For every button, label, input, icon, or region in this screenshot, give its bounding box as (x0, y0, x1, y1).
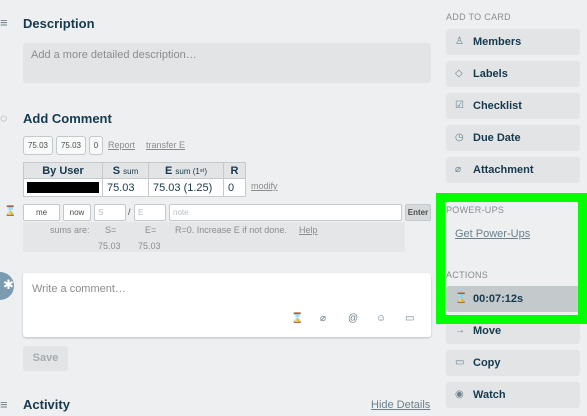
get-powerups-link[interactable]: Get Power-Ups (455, 228, 530, 240)
r-header: R (223, 162, 246, 179)
s-input[interactable]: S (94, 204, 126, 221)
comment-icon: ◌ (0, 111, 8, 125)
arrow-right-icon: → (455, 325, 465, 336)
s-sum-header: S sum (102, 162, 149, 179)
mention-icon[interactable]: @ (348, 313, 358, 324)
members-label: Members (473, 36, 522, 48)
report-link[interactable]: Report (108, 140, 135, 150)
time-input[interactable]: now (63, 204, 91, 221)
redacted-user-name (27, 182, 99, 193)
move-label: Move (473, 325, 502, 337)
activity-title: Activity (23, 397, 70, 412)
enter-button[interactable]: Enter (405, 204, 431, 221)
r-cell: 0 (223, 178, 246, 197)
watch-button[interactable]: ◉ Watch (446, 382, 580, 408)
move-button[interactable]: → Move (446, 318, 580, 344)
e-sum-header-main: E (165, 164, 176, 177)
description-icon: ≡ (0, 15, 8, 30)
modify-link[interactable]: modify (251, 181, 278, 191)
description-title: Description (23, 16, 95, 31)
user-cell-redacted (23, 178, 103, 197)
e-equals-label: E= (145, 225, 157, 235)
e-sum-cell: 75.03 (1.25) (148, 178, 224, 197)
s-sum-header-sub: sum (123, 166, 139, 176)
powerups-heading: POWER-UPS (446, 205, 505, 215)
e-input[interactable]: E (134, 204, 166, 221)
timer-icon[interactable]: ⌛ (291, 313, 303, 324)
tag-icon: ◇ (455, 68, 463, 79)
activity-icon: ≡ (0, 397, 8, 412)
paperclip-icon: ⌀ (455, 164, 462, 175)
add-comment-title: Add Comment (23, 111, 112, 126)
save-button[interactable]: Save (23, 346, 68, 371)
copy-icon: ▭ (455, 357, 465, 368)
hourglass-icon: ⌛ (4, 206, 17, 217)
description-input[interactable]: Add a more detailed description… (23, 43, 431, 83)
help-link[interactable]: Help (299, 225, 318, 235)
s-sum-value: 75.03 (98, 241, 121, 251)
attachment-button[interactable]: ⌀ Attachment (446, 157, 580, 183)
clock-icon: ◷ (455, 132, 464, 143)
members-button[interactable]: ♙ Members (446, 29, 580, 55)
e-sum-chip: 75.03 (56, 136, 86, 155)
comment-placeholder: Write a comment… (32, 283, 126, 295)
slash-separator: / (128, 207, 131, 217)
s-sum-chip: 75.03 (23, 136, 53, 155)
avatar[interactable]: ✱ (0, 272, 14, 300)
r-hint: R=0. Increase E if not done. (175, 225, 287, 235)
paperclip-icon[interactable]: ⌀ (320, 313, 326, 324)
comment-input[interactable]: Write a comment… ⌛ ⌀ @ ☺ ▭ (23, 273, 431, 337)
labels-label: Labels (473, 68, 508, 80)
r-chip: 0 (89, 136, 103, 155)
user-input[interactable]: me (23, 204, 60, 221)
emoji-icon[interactable]: ☺ (376, 313, 386, 324)
by-user-header: By User (23, 162, 103, 179)
card-icon[interactable]: ▭ (405, 313, 414, 324)
e-sum-header-sub: sum (1ˢᵗ) (175, 166, 207, 176)
watch-label: Watch (473, 389, 506, 401)
checklist-button[interactable]: ☑ Checklist (446, 93, 580, 119)
timer-label: 00:07:12s (473, 293, 524, 305)
sums-table: By User S sum E sum (1ˢᵗ) R 75.03 75.03 … (23, 162, 246, 197)
labels-button[interactable]: ◇ Labels (446, 61, 580, 87)
checklist-label: Checklist (473, 100, 522, 112)
hourglass-icon: ⌛ (455, 293, 468, 304)
transfer-e-link[interactable]: transfer E (146, 140, 185, 150)
avatar-glyph-icon: ✱ (3, 277, 14, 292)
e-sum-value: 75.03 (138, 241, 161, 251)
due-date-button[interactable]: ◷ Due Date (446, 125, 580, 151)
sums-are-label: sums are: (50, 225, 90, 235)
actions-heading: ACTIONS (446, 270, 489, 280)
copy-button[interactable]: ▭ Copy (446, 350, 580, 376)
eye-icon: ◉ (455, 389, 464, 400)
checkbox-icon: ☑ (455, 100, 464, 111)
person-icon: ♙ (455, 36, 464, 47)
s-sum-cell: 75.03 (102, 178, 149, 197)
due-date-label: Due Date (473, 132, 521, 144)
e-sum-header: E sum (1ˢᵗ) (148, 162, 224, 179)
s-sum-header-main: S (112, 164, 124, 177)
attachment-label: Attachment (473, 164, 534, 176)
s-equals-label: S= (105, 225, 117, 235)
sums-table-header-row: By User S sum E sum (1ˢᵗ) R (23, 162, 246, 179)
timer-button[interactable]: ⌛ 00:07:12s (446, 286, 580, 312)
table-row: 75.03 75.03 (1.25) 0 (23, 178, 246, 197)
copy-label: Copy (473, 357, 501, 369)
hide-details-link[interactable]: Hide Details (371, 399, 430, 411)
add-to-card-heading: ADD TO CARD (446, 12, 511, 22)
note-input[interactable]: note (169, 204, 402, 221)
